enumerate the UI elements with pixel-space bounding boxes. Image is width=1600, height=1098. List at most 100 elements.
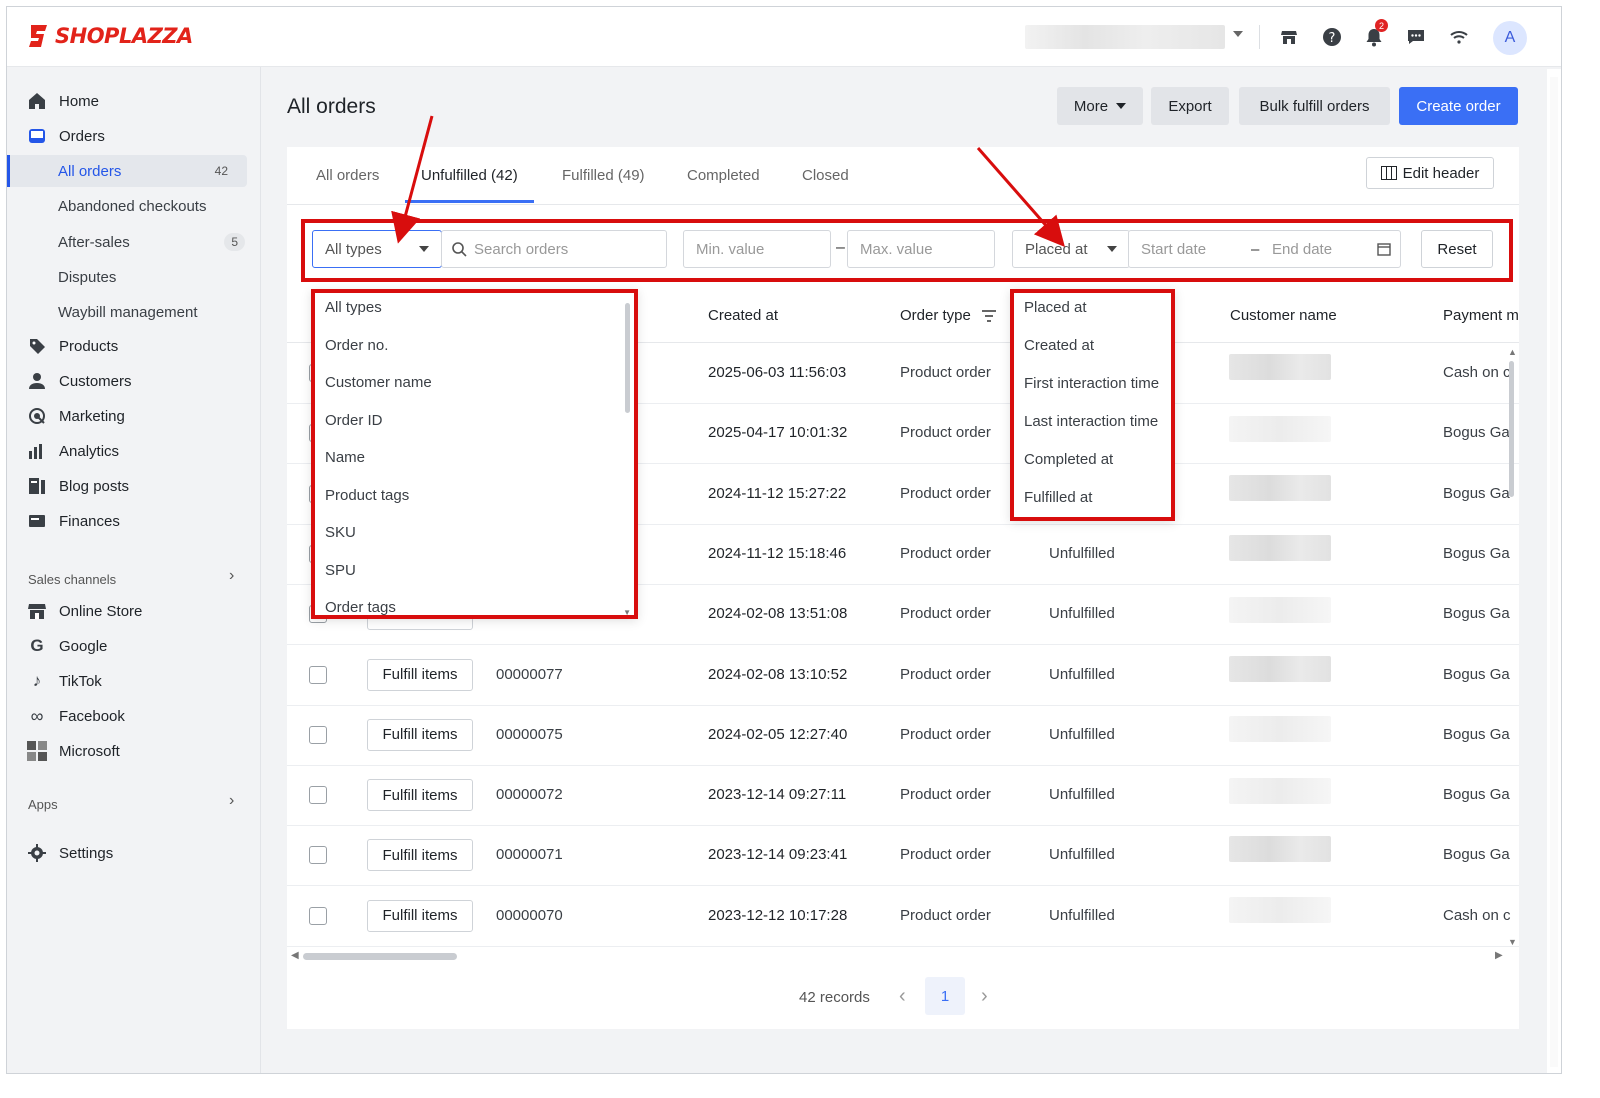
- sidebar-item-finances[interactable]: Finances: [7, 505, 261, 537]
- sidebar-item-blog-posts[interactable]: Blog posts: [7, 470, 261, 502]
- fulfill-items-button[interactable]: Fulfill items: [367, 718, 473, 751]
- horizontal-scrollbar[interactable]: [303, 953, 457, 960]
- table-row[interactable]: Fulfill items 00000072 2023-12-14 09:27:11…: [287, 766, 1519, 827]
- order-number[interactable]: 00000071: [496, 846, 563, 863]
- dropdown-option[interactable]: Product tags: [325, 487, 409, 504]
- dropdown-option[interactable]: All types: [325, 299, 382, 316]
- tiktok-icon: ♪: [32, 671, 42, 690]
- create-order-button[interactable]: Create order: [1399, 87, 1518, 125]
- order-number[interactable]: 00000075: [496, 726, 563, 743]
- col-header-created-at[interactable]: Created at: [708, 307, 778, 324]
- row-checkbox[interactable]: [309, 846, 327, 865]
- row-checkbox[interactable]: [309, 665, 327, 684]
- order-number[interactable]: 00000077: [496, 666, 563, 683]
- filter-icon[interactable]: [981, 309, 997, 323]
- dropdown-option[interactable]: SKU: [325, 524, 356, 541]
- col-header-order-type[interactable]: Order type: [900, 307, 971, 324]
- sidebar-item-microsoft[interactable]: Microsoft: [7, 735, 261, 767]
- col-header-customer-name[interactable]: Customer name: [1230, 307, 1337, 324]
- sidebar-item-customers[interactable]: Customers: [7, 365, 261, 397]
- dropdown-option[interactable]: Last interaction time: [1024, 413, 1158, 430]
- chat-icon[interactable]: [1404, 25, 1428, 49]
- scroll-left-arrow[interactable]: ◀: [291, 950, 299, 961]
- row-checkbox[interactable]: [309, 786, 327, 805]
- sidebar-item-label: Online Store: [59, 602, 143, 620]
- prev-page-icon[interactable]: ‹: [899, 985, 906, 1008]
- tab-completed[interactable]: Completed: [687, 167, 760, 203]
- fulfill-items-button[interactable]: Fulfill items: [367, 899, 473, 932]
- chevron-right-icon[interactable]: ›: [229, 567, 234, 585]
- order-number[interactable]: 00000070: [496, 907, 563, 924]
- sidebar-item-waybill-management[interactable]: Waybill management: [7, 296, 261, 328]
- page-number[interactable]: 1: [925, 977, 965, 1015]
- tab-all-orders[interactable]: All orders: [316, 167, 379, 203]
- sidebar-item-marketing[interactable]: Marketing: [7, 400, 261, 432]
- scroll-up-arrow[interactable]: ▲: [1508, 347, 1517, 357]
- dropdown-option[interactable]: Order no.: [325, 337, 388, 354]
- scroll-down-arrow[interactable]: ▼: [623, 608, 631, 617]
- bulk-fulfill-button[interactable]: Bulk fulfill orders: [1239, 87, 1390, 125]
- sidebar-item-tiktok[interactable]: ♪ TikTok: [7, 665, 261, 697]
- edit-header-label: Edit header: [1402, 164, 1480, 182]
- sidebar-item-analytics[interactable]: Analytics: [7, 435, 261, 467]
- tab-closed[interactable]: Closed: [802, 167, 849, 203]
- dropdown-scrollbar[interactable]: [625, 303, 630, 413]
- shoplazza-logo[interactable]: SHOPLAZZA: [27, 23, 193, 49]
- store-icon[interactable]: [1277, 25, 1301, 49]
- chevron-right-icon[interactable]: ›: [229, 792, 234, 810]
- dropdown-option[interactable]: Order ID: [325, 412, 383, 429]
- shipping-status: Unfulfilled: [1049, 906, 1115, 924]
- tab-fulfilled[interactable]: Fulfilled (49): [562, 167, 645, 203]
- order-type: Product order: [900, 544, 991, 562]
- payment-method: Bogus Ga: [1443, 786, 1510, 804]
- help-icon[interactable]: ?: [1320, 25, 1344, 49]
- finance-icon: [27, 511, 47, 531]
- fulfill-items-button[interactable]: Fulfill items: [367, 658, 473, 691]
- scroll-right-arrow[interactable]: ▶: [1495, 950, 1503, 961]
- row-checkbox[interactable]: [309, 906, 327, 925]
- more-button[interactable]: More: [1057, 87, 1143, 125]
- col-header-payment[interactable]: Payment m: [1443, 307, 1519, 324]
- payment-method: Bogus Ga: [1443, 424, 1510, 442]
- sidebar-item-online-store[interactable]: Online Store: [7, 595, 261, 627]
- row-checkbox[interactable]: [309, 725, 327, 744]
- fulfill-items-button[interactable]: Fulfill items: [367, 779, 473, 812]
- scroll-down-arrow[interactable]: ▼: [1508, 937, 1517, 947]
- wifi-icon[interactable]: [1447, 25, 1471, 49]
- dropdown-option[interactable]: Fulfilled at: [1024, 489, 1092, 506]
- fulfill-items-button[interactable]: Fulfill items: [367, 839, 473, 872]
- table-row[interactable]: Fulfill items 00000070 2023-12-12 10:17:28…: [287, 887, 1519, 947]
- dropdown-option[interactable]: SPU: [325, 562, 356, 579]
- table-row[interactable]: Fulfill items 00000075 2024-02-05 12:27:40…: [287, 706, 1519, 766]
- dropdown-option[interactable]: Customer name: [325, 374, 432, 391]
- sidebar-item-after-sales[interactable]: After-sales 5: [7, 226, 261, 258]
- edit-header-button[interactable]: Edit header: [1366, 157, 1494, 189]
- tab-unfulfilled[interactable]: Unfulfilled (42): [405, 167, 534, 203]
- sidebar-item-settings[interactable]: Settings: [7, 837, 261, 869]
- sidebar-item-home[interactable]: Home: [7, 85, 261, 117]
- sidebar-item-products[interactable]: Products: [7, 330, 261, 362]
- dropdown-option[interactable]: Placed at: [1024, 299, 1087, 316]
- next-page-icon[interactable]: ›: [981, 985, 988, 1008]
- window-scrollbar[interactable]: [1547, 69, 1561, 1073]
- dropdown-option[interactable]: Order tags: [325, 599, 396, 616]
- sidebar-item-disputes[interactable]: Disputes: [7, 261, 261, 293]
- export-button[interactable]: Export: [1151, 87, 1229, 125]
- order-number[interactable]: 00000072: [496, 786, 563, 803]
- dropdown-option[interactable]: Created at: [1024, 337, 1094, 354]
- avatar[interactable]: A: [1493, 21, 1527, 55]
- sidebar-item-facebook[interactable]: ∞ Facebook: [7, 700, 261, 732]
- store-chevron-down-icon[interactable]: [1233, 31, 1243, 37]
- dropdown-option[interactable]: Completed at: [1024, 451, 1113, 468]
- vertical-scrollbar[interactable]: [1509, 361, 1514, 497]
- table-row[interactable]: Fulfill items 00000071 2023-12-14 09:23:41…: [287, 826, 1519, 887]
- sidebar-item-all-orders[interactable]: All orders 42: [7, 155, 247, 187]
- table-row[interactable]: Fulfill items 00000077 2024-02-08 13:10:52…: [287, 646, 1519, 706]
- sidebar-item-google[interactable]: G Google: [7, 630, 261, 662]
- sidebar-item-orders[interactable]: Orders: [7, 120, 261, 152]
- sidebar-item-abandoned-checkouts[interactable]: Abandoned checkouts: [7, 190, 261, 222]
- dropdown-option[interactable]: Name: [325, 449, 365, 466]
- order-type: Product order: [900, 424, 991, 442]
- dropdown-option[interactable]: First interaction time: [1024, 375, 1159, 392]
- store-selector[interactable]: [1025, 25, 1225, 49]
